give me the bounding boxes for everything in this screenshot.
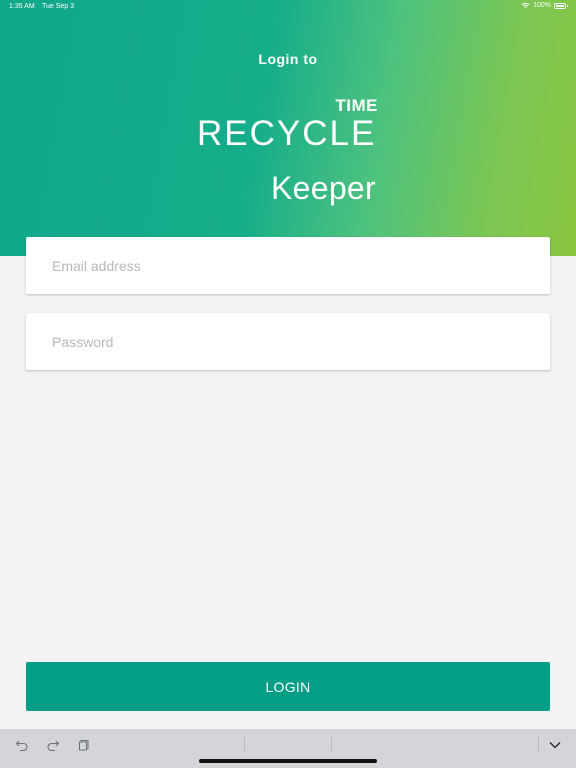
logo-recycle-text: RECYCLE [197, 114, 377, 153]
battery-icon [554, 2, 568, 9]
undo-icon[interactable] [14, 737, 30, 753]
login-screen: 1:35 AM Tue Sep 3 100% Login to TIME REC… [0, 0, 576, 768]
app-subtitle: Keeper [271, 170, 376, 206]
status-right: 100% [521, 2, 568, 9]
redo-icon[interactable] [45, 737, 61, 753]
status-date: Tue Sep 3 [42, 3, 75, 10]
logo-time-text: TIME [335, 96, 378, 115]
shortcut-divider [331, 737, 332, 752]
header-banner: 1:35 AM Tue Sep 3 100% Login to TIME REC… [0, 0, 576, 256]
status-bar: 1:35 AM Tue Sep 3 100% [0, 0, 576, 14]
password-input[interactable] [52, 313, 532, 370]
home-indicator [199, 759, 377, 763]
password-field[interactable] [26, 313, 550, 370]
battery-percent: 100% [533, 2, 551, 9]
recycle-time-logo: TIME RECYCLE [197, 96, 382, 156]
paste-icon[interactable] [76, 737, 92, 753]
login-to-label: Login to [258, 51, 318, 67]
keyboard-shortcut-bar [0, 729, 576, 768]
email-input[interactable] [52, 237, 532, 294]
wifi-icon [521, 2, 530, 9]
shortcut-divider [538, 737, 539, 752]
keyboard-dismiss-icon[interactable] [547, 737, 563, 753]
shortcut-divider [244, 737, 245, 752]
email-field[interactable] [26, 237, 550, 294]
status-time: 1:35 AM [9, 3, 35, 10]
login-button[interactable]: LOGIN [26, 662, 550, 711]
